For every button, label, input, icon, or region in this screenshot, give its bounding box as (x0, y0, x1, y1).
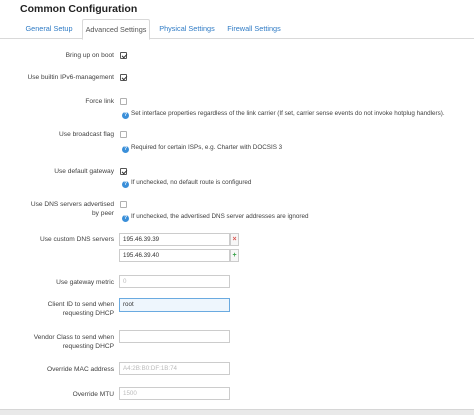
custom-dns-input-1[interactable]: 195.46.39.39 (119, 233, 230, 246)
client-id-label-line2: requesting DHCP (62, 310, 114, 317)
page-title: Common Configuration (20, 3, 138, 15)
tab-bar: General Setup Advanced Settings Physical… (0, 19, 474, 40)
vendor-class-input[interactable] (119, 330, 230, 343)
vendor-class-label-line1: Vendor Class to send when (33, 334, 114, 341)
remove-dns-button[interactable]: × (230, 233, 239, 246)
override-mac-label: Override MAC address (46, 366, 114, 373)
tab-advanced-settings[interactable]: Advanced Settings (82, 19, 150, 40)
default-gateway-checkbox[interactable] (120, 168, 127, 175)
bottom-bar (0, 409, 474, 415)
vendor-class-label-line2: requesting DHCP (62, 343, 114, 350)
peer-dns-hint: ? If unchecked, the advertised DNS server… (122, 213, 308, 222)
broadcast-flag-hint: ? Required for certain ISPs, e.g. Charter… (122, 144, 282, 153)
gateway-metric-label: Use gateway metric (56, 279, 114, 286)
default-gateway-hint: ? If unchecked, no default route is confi… (122, 179, 251, 188)
override-mtu-input[interactable]: 1500 (119, 387, 230, 400)
force-link-checkbox[interactable] (120, 98, 127, 105)
force-link-label: Force link (85, 98, 114, 105)
client-id-label-line1: Client ID to send when (47, 301, 114, 308)
peer-dns-label-line2: by peer (92, 210, 114, 217)
broadcast-flag-hint-text: Required for certain ISPs, e.g. Charter … (131, 144, 283, 151)
help-icon: ? (122, 215, 129, 222)
peer-dns-hint-text: If unchecked, the advertised DNS server … (131, 213, 309, 220)
ipv6-management-checkbox[interactable] (120, 74, 127, 81)
default-gateway-hint-text: If unchecked, no default route is config… (131, 179, 252, 186)
ipv6-management-label: Use builtin IPv6-management (27, 74, 115, 81)
broadcast-flag-checkbox[interactable] (120, 131, 127, 138)
client-id-input[interactable]: root (119, 298, 230, 312)
add-dns-button[interactable]: + (230, 249, 239, 262)
gateway-metric-input[interactable]: 0 (119, 275, 230, 288)
help-icon: ? (122, 181, 129, 188)
custom-dns-input-2[interactable]: 195.46.39.40 (119, 249, 230, 262)
tab-general-setup[interactable]: General Setup (18, 19, 80, 39)
tab-firewall-settings[interactable]: Firewall Settings (222, 19, 286, 39)
help-icon: ? (122, 146, 129, 153)
custom-dns-label: Use custom DNS servers (39, 236, 114, 243)
bring-up-on-boot-label: Bring up on boot (65, 52, 114, 59)
force-link-hint: ? Set interface properties regardless of … (122, 110, 445, 119)
override-mtu-label: Override MTU (72, 391, 114, 398)
broadcast-flag-label: Use broadcast flag (59, 131, 114, 138)
help-icon: ? (122, 112, 129, 119)
peer-dns-checkbox[interactable] (120, 201, 127, 208)
peer-dns-label-line1: Use DNS servers advertised (30, 201, 114, 208)
tab-physical-settings[interactable]: Physical Settings (154, 19, 220, 39)
default-gateway-label: Use default gateway (54, 168, 114, 175)
bring-up-on-boot-checkbox[interactable] (120, 52, 127, 59)
force-link-hint-text: Set interface properties regardless of t… (131, 110, 445, 117)
override-mac-input[interactable]: A4:2B:B0:DF:1B:74 (119, 362, 230, 375)
